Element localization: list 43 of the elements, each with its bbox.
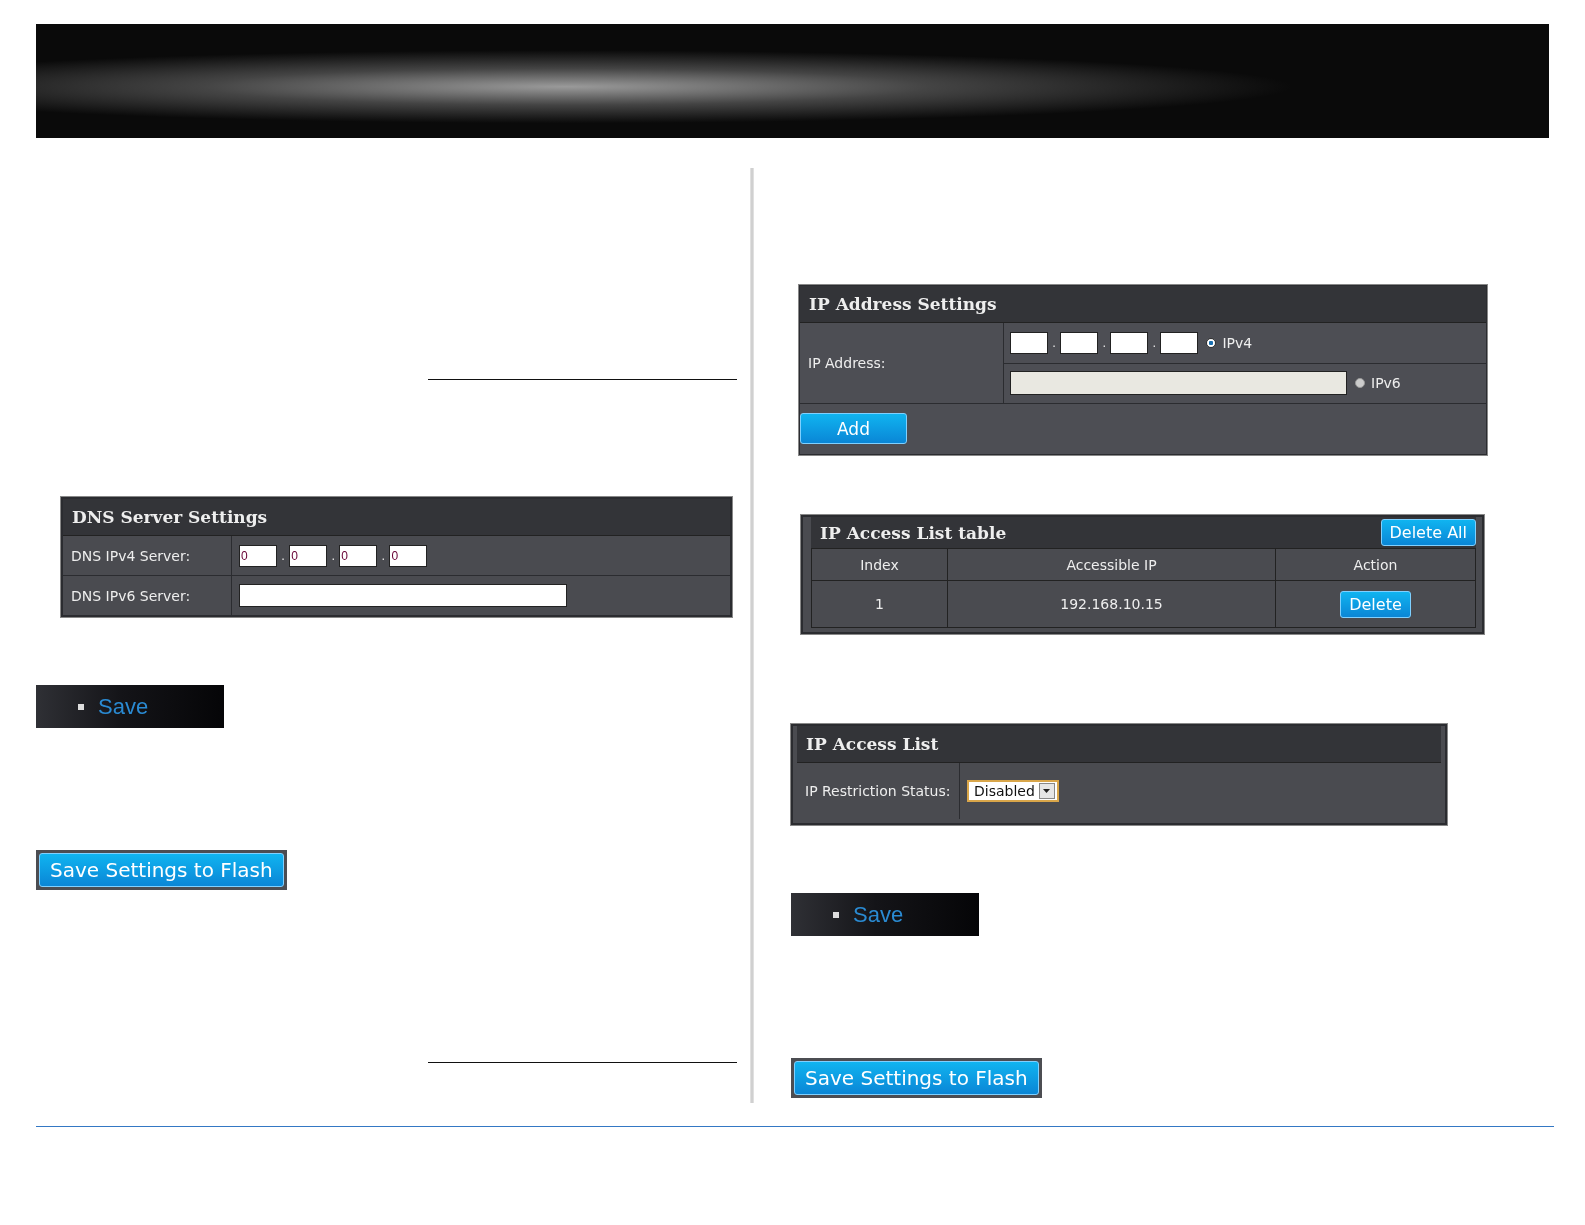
add-button[interactable]: Add: [800, 413, 907, 444]
separator-dot: .: [1101, 335, 1108, 351]
column-header: Action: [1275, 548, 1476, 581]
status-dropdown[interactable]: Disabled: [967, 780, 1059, 802]
panel-title: IP Access List table: [820, 522, 1007, 543]
separator-dot: .: [280, 548, 287, 563]
column-header: Accessible IP: [947, 548, 1276, 581]
octet-field[interactable]: [1060, 331, 1099, 354]
save-link[interactable]: Save: [853, 901, 904, 928]
radio-label: IPv4: [1222, 334, 1253, 351]
octet-field[interactable]: 0: [389, 544, 428, 567]
table-cell: 1: [811, 580, 948, 628]
field-label: IP Address:: [800, 323, 1004, 403]
octet-field[interactable]: [1010, 331, 1048, 354]
table-cell: 192.168.10.15: [947, 580, 1276, 628]
delete-all-button[interactable]: Delete All: [1380, 519, 1476, 546]
save-settings-button[interactable]: Save Settings to Flash: [794, 1061, 1039, 1095]
field-label: IP Restriction Status:: [797, 763, 960, 819]
separator-dot: .: [1051, 335, 1058, 351]
bullet-icon: [78, 703, 84, 710]
save-link[interactable]: Save: [98, 693, 149, 720]
octet-field[interactable]: [1160, 331, 1199, 354]
bullet-icon: [833, 911, 839, 918]
panel-title: IP Address Settings: [800, 286, 1486, 323]
octet-field[interactable]: [1110, 331, 1149, 354]
octet-field[interactable]: 0: [239, 544, 277, 567]
octet-field[interactable]: 0: [289, 544, 328, 567]
radio-button[interactable]: [1355, 378, 1365, 389]
separator-dot: .: [1151, 335, 1158, 351]
radio-label: IPv6: [1371, 375, 1401, 392]
column-header: Index: [811, 548, 948, 581]
radio-button[interactable]: [1206, 337, 1217, 348]
panel-title: DNS Server Settings: [63, 499, 730, 536]
ipv6-field[interactable]: [239, 584, 567, 607]
field-label: DNS IPv6 Server:: [63, 576, 232, 615]
caret-icon: [1038, 783, 1055, 799]
panel-title: IP Access List: [797, 726, 1441, 763]
octet-field[interactable]: 0: [339, 544, 378, 567]
save-settings-button[interactable]: Save Settings to Flash: [39, 853, 284, 887]
field-label: DNS IPv4 Server:: [63, 536, 232, 575]
separator-dot: .: [380, 548, 387, 563]
separator-dot: .: [330, 548, 337, 563]
delete-button[interactable]: Delete: [1340, 590, 1411, 618]
